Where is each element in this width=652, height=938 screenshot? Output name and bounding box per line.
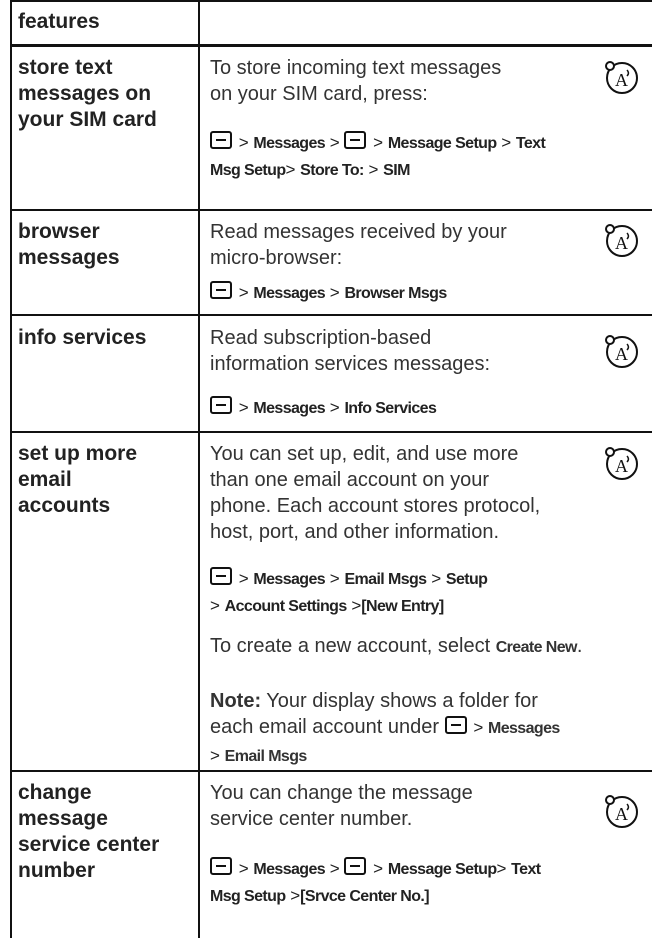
description: Read messages received by your micro-bro… xyxy=(210,219,507,271)
header-divider xyxy=(10,44,652,47)
feature-line: number xyxy=(18,859,96,882)
menu-path: > Messages > Info Services xyxy=(210,395,437,422)
description-line: To store incoming text messages xyxy=(210,57,502,79)
network-dependent-icon: A xyxy=(605,335,638,368)
menu-path-line: > Messages > > Message Setup> Text xyxy=(210,856,541,883)
menu-path: > Messages > Email Msgs > Setup > Accoun… xyxy=(210,566,488,620)
network-dependent-icon: A xyxy=(605,61,638,94)
menu-path: > Messages > > Message Setup> Text Msg S… xyxy=(210,856,541,910)
row-divider xyxy=(10,209,652,211)
column-divider xyxy=(198,0,200,938)
feature-line: set up more xyxy=(18,442,138,465)
note: Note: Your display shows a folder for ea… xyxy=(210,688,560,770)
menu-key-icon xyxy=(210,567,232,585)
svg-text:A: A xyxy=(615,70,628,90)
description-line: You can set up, edit, and use more xyxy=(210,443,519,465)
description: Read subscription-based information serv… xyxy=(210,325,490,377)
table-top-border xyxy=(10,0,652,2)
menu-path: > Messages > > Message Setup > Text Msg … xyxy=(210,130,546,184)
menu-key-icon xyxy=(210,131,232,149)
row-divider xyxy=(10,431,652,433)
svg-text:A: A xyxy=(615,456,628,476)
menu-key-icon xyxy=(210,857,232,875)
note-line: each email account under > Messages xyxy=(210,716,560,738)
feature-line: accounts xyxy=(18,494,111,517)
menu-path-line: > Messages > > Message Setup > Text xyxy=(210,130,546,157)
menu-path-line: Msg Setup> Store To: > SIM xyxy=(210,160,410,179)
description: To store incoming text messages on your … xyxy=(210,55,501,107)
feature-email-accounts: set up more email accounts xyxy=(18,441,137,519)
menu-path-line: > Messages > Email Msgs > Setup xyxy=(210,566,488,593)
svg-text:A: A xyxy=(615,804,628,824)
menu-key-icon xyxy=(210,396,232,414)
feature-line: email xyxy=(18,468,72,491)
description-line: host, port, and other information. xyxy=(210,521,500,543)
network-dependent-icon: A xyxy=(605,224,638,257)
feature-line: info services xyxy=(18,326,147,349)
feature-line: messages on xyxy=(18,82,152,105)
menu-key-icon xyxy=(344,857,367,875)
feature-line: message xyxy=(18,807,108,830)
feature-line: your SIM card xyxy=(18,108,157,131)
network-dependent-icon: A xyxy=(605,795,638,828)
description-line: You can change the message xyxy=(210,782,473,804)
menu-path: > Messages > Browser Msgs xyxy=(210,280,447,307)
description-line: than one email account on your xyxy=(210,469,490,491)
header-features: features xyxy=(18,10,100,33)
feature-store-text-sim: store text messages on your SIM card xyxy=(18,55,157,133)
menu-key-icon xyxy=(444,716,467,734)
description-line: information services messages: xyxy=(210,353,491,375)
description-line: micro-browser: xyxy=(210,247,343,269)
description-line: Read subscription-based xyxy=(210,327,432,349)
feature-line: store text xyxy=(18,56,113,79)
feature-message-service-center: change message service center number xyxy=(18,780,159,884)
menu-key-icon xyxy=(210,281,232,299)
svg-text:A: A xyxy=(615,233,628,253)
description: You can change the message service cente… xyxy=(210,780,473,832)
create-new-instruction: To create a new account, select Create N… xyxy=(210,635,583,657)
menu-path-line: > Account Settings >[New Entry] xyxy=(210,596,444,615)
note-line: Note: Your display shows a folder for xyxy=(210,690,538,712)
description-line: phone. Each account stores protocol, xyxy=(210,495,541,517)
description-line: Read messages received by your xyxy=(210,221,507,243)
feature-line: messages xyxy=(18,246,120,269)
row-divider xyxy=(10,314,652,316)
feature-line: change xyxy=(18,781,92,804)
feature-line: service center xyxy=(18,833,160,856)
note-line: > Email Msgs xyxy=(210,746,307,765)
feature-info-services: info services xyxy=(18,325,146,351)
description-line: service center number. xyxy=(210,808,413,830)
description-line: on your SIM card, press: xyxy=(210,83,428,105)
menu-key-icon xyxy=(344,131,367,149)
table-left-border xyxy=(10,0,12,938)
features-table: features store text messages on your SIM… xyxy=(10,0,652,938)
description: You can set up, edit, and use more than … xyxy=(210,441,540,545)
menu-path-line: Msg Setup >[Srvce Center No.] xyxy=(210,886,430,905)
feature-browser-messages: browser messages xyxy=(18,219,120,271)
feature-line: browser xyxy=(18,220,100,243)
svg-text:A: A xyxy=(615,344,628,364)
row-divider xyxy=(10,770,652,772)
network-dependent-icon: A xyxy=(605,447,638,480)
